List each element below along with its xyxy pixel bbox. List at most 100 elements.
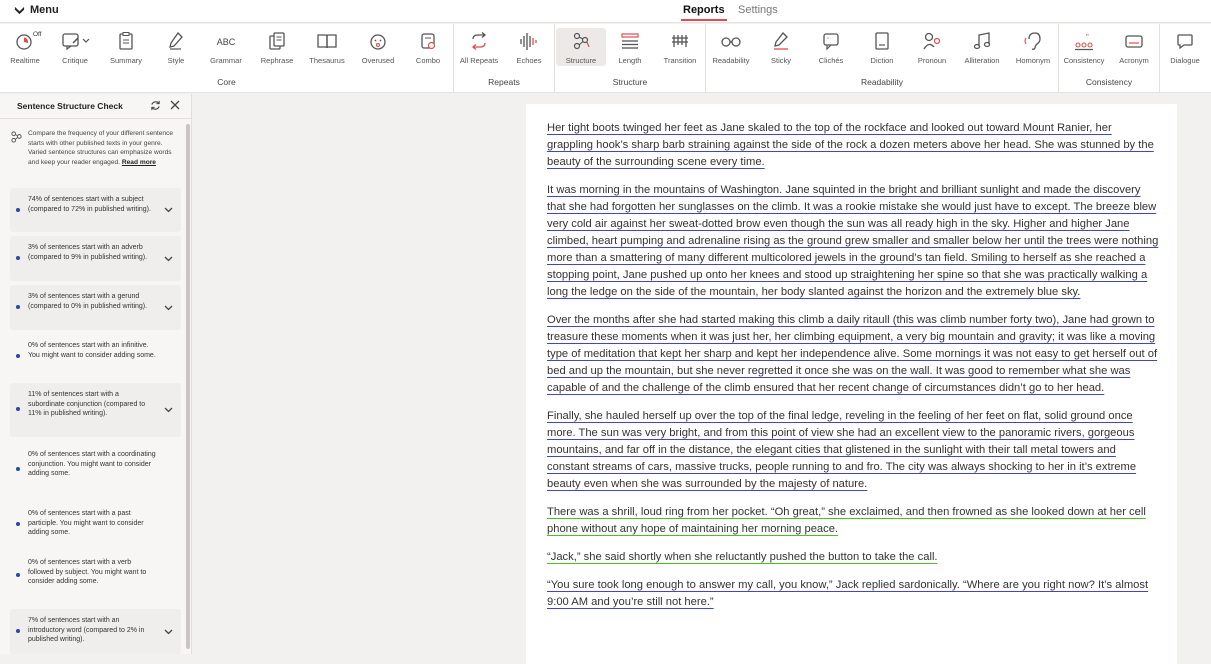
tool-realtime[interactable]: Off Realtime: [0, 28, 50, 66]
bullet: [16, 407, 20, 411]
tool-echoes[interactable]: Echoes: [504, 28, 554, 66]
tool-pronoun[interactable]: Pronoun: [907, 28, 957, 66]
item-text: 0% of sentences start with a coordinatin…: [28, 451, 156, 478]
book-icon: [317, 34, 337, 49]
paragraph[interactable]: Her tight boots twinged her feet as Jane…: [547, 120, 1159, 171]
echo-icon: [520, 33, 537, 50]
structure-icon: [11, 131, 22, 143]
item-text: 0% of sentences start with a verb follow…: [28, 559, 147, 586]
group-label-repeats: Repeats: [488, 77, 520, 87]
length-icon: [621, 33, 639, 49]
structure-item[interactable]: 7% of sentences start with an introducto…: [10, 609, 181, 654]
bullet: [16, 522, 20, 526]
paragraph[interactable]: There was a shrill, loud ring from her p…: [547, 504, 1159, 538]
top-bar: Menu Reports Settings: [0, 0, 1211, 23]
structure-item: 0% of sentences start with an infinitive…: [10, 334, 181, 379]
bullet: [16, 305, 20, 309]
paragraph-text: Over the months after she had started ma…: [547, 314, 1158, 394]
tool-combo[interactable]: Combo: [403, 28, 453, 66]
paragraph[interactable]: “Jack,” she said shortly when she reluct…: [547, 549, 1159, 566]
tab-settings[interactable]: Settings: [738, 4, 778, 16]
tool-all-repeats[interactable]: All Repeats: [454, 28, 504, 66]
paragraph[interactable]: Over the months after she had started ma…: [547, 312, 1159, 397]
tool-style[interactable]: Style: [151, 28, 201, 66]
group-label-core: Core: [217, 77, 236, 87]
menu-button[interactable]: Menu: [14, 4, 59, 16]
paragraph-text: It was morning in the mountains of Washi…: [547, 184, 1159, 298]
chevron-down-icon[interactable]: [164, 207, 173, 213]
paragraph-text: “Jack,” she said shortly when she reluct…: [547, 551, 938, 563]
tool-length[interactable]: Length: [605, 28, 655, 66]
structure-item: 0% of sentences start with a past partic…: [10, 502, 181, 547]
face-icon: [370, 34, 386, 50]
tool-summary[interactable]: Summary: [101, 28, 151, 66]
panel-divider: [0, 118, 191, 119]
tool-consistency[interactable]: '' Consistency: [1059, 28, 1109, 66]
item-text: 3% of sentences start with an adverb (co…: [28, 244, 148, 261]
structure-item[interactable]: 11% of sentences start with a subordinat…: [10, 383, 181, 437]
panel-title: Sentence Structure Check: [17, 101, 123, 111]
diction-icon: [875, 32, 889, 50]
tool-rephrase[interactable]: Rephrase: [252, 28, 302, 66]
tool-cliches[interactable]: " Clichés: [806, 28, 856, 66]
panel-scrollbar[interactable]: [186, 124, 190, 649]
panel-description: Compare the frequency of your different …: [28, 129, 180, 167]
chevron-down-icon[interactable]: [164, 305, 173, 311]
report-toolbar: Off Realtime Critique Summary Style ABC …: [0, 24, 1211, 93]
tool-alliteration[interactable]: Alliteration: [957, 28, 1007, 66]
tool-homonym[interactable]: Homonym: [1008, 28, 1058, 66]
tool-diction[interactable]: Diction: [857, 28, 907, 66]
structure-icon: [573, 32, 590, 50]
structure-item[interactable]: 3% of sentences start with a gerund (com…: [10, 285, 181, 330]
cliche-icon: ": [823, 33, 839, 51]
document-page: Her tight boots twinged her feet as Jane…: [526, 104, 1177, 664]
chevron-down-icon[interactable]: [164, 407, 173, 413]
bullet: [16, 256, 20, 260]
refresh-icon[interactable]: [150, 100, 161, 111]
dialogue-icon: [1177, 34, 1193, 50]
chevron-down-icon[interactable]: [164, 256, 173, 262]
tool-grammar[interactable]: ABC Grammar: [201, 28, 251, 66]
tool-dialogue[interactable]: Dialogue: [1160, 28, 1210, 66]
tab-reports[interactable]: Reports: [681, 4, 727, 21]
item-text: 0% of sentences start with a past partic…: [28, 510, 144, 537]
glasses-icon: [721, 37, 741, 47]
tool-sticky[interactable]: Sticky: [756, 28, 806, 66]
consistency-icon: '': [1075, 34, 1093, 51]
sentence-structure-panel: Sentence Structure Check Compare the fre…: [0, 94, 192, 654]
svg-text:": ": [827, 38, 829, 44]
tool-thesaurus[interactable]: Thesaurus: [302, 28, 352, 66]
tool-label: Dialogue: [1170, 56, 1200, 65]
group-label-structure: Structure: [612, 77, 648, 87]
paragraph[interactable]: It was morning in the mountains of Washi…: [547, 182, 1159, 301]
read-more-link[interactable]: Read more: [122, 159, 156, 166]
menu-label: Menu: [30, 4, 59, 16]
tool-readability[interactable]: Readability: [706, 28, 756, 66]
chevron-down-icon[interactable]: [164, 629, 173, 635]
pronoun-icon: [923, 32, 941, 50]
tool-acronym[interactable]: Acronym: [1109, 28, 1159, 66]
acronym-icon: [1125, 35, 1143, 48]
document-text[interactable]: Her tight boots twinged her feet as Jane…: [547, 120, 1159, 622]
paragraph-text: There was a shrill, loud ring from her p…: [547, 506, 1146, 535]
tool-overused[interactable]: Overused: [353, 28, 403, 66]
structure-item[interactable]: 74% of sentences start with a subject (c…: [10, 188, 181, 232]
sticky-icon: [774, 32, 788, 50]
logo-icon: [14, 6, 25, 14]
paragraph[interactable]: Finally, she hauled herself up over the …: [547, 408, 1159, 493]
group-label-readability: Readability: [860, 77, 904, 87]
structure-item: 0% of sentences start with a coordinatin…: [10, 443, 181, 497]
structure-item: 0% of sentences start with a verb follow…: [10, 551, 181, 605]
tool-transition[interactable]: Transition: [655, 28, 705, 66]
repeat-icon: [471, 32, 487, 50]
item-text: 74% of sentences start with a subject (c…: [28, 196, 151, 213]
bullet: [16, 467, 20, 471]
bullet: [16, 354, 20, 358]
close-icon[interactable]: [170, 100, 180, 110]
bullet: [16, 573, 20, 577]
structure-item[interactable]: 3% of sentences start with an adverb (co…: [10, 236, 181, 281]
tool-critique[interactable]: Critique: [50, 28, 100, 66]
paragraph[interactable]: “You sure took long enough to answer my …: [547, 577, 1159, 611]
combo-icon: [421, 33, 436, 50]
timer-icon: [16, 34, 32, 50]
